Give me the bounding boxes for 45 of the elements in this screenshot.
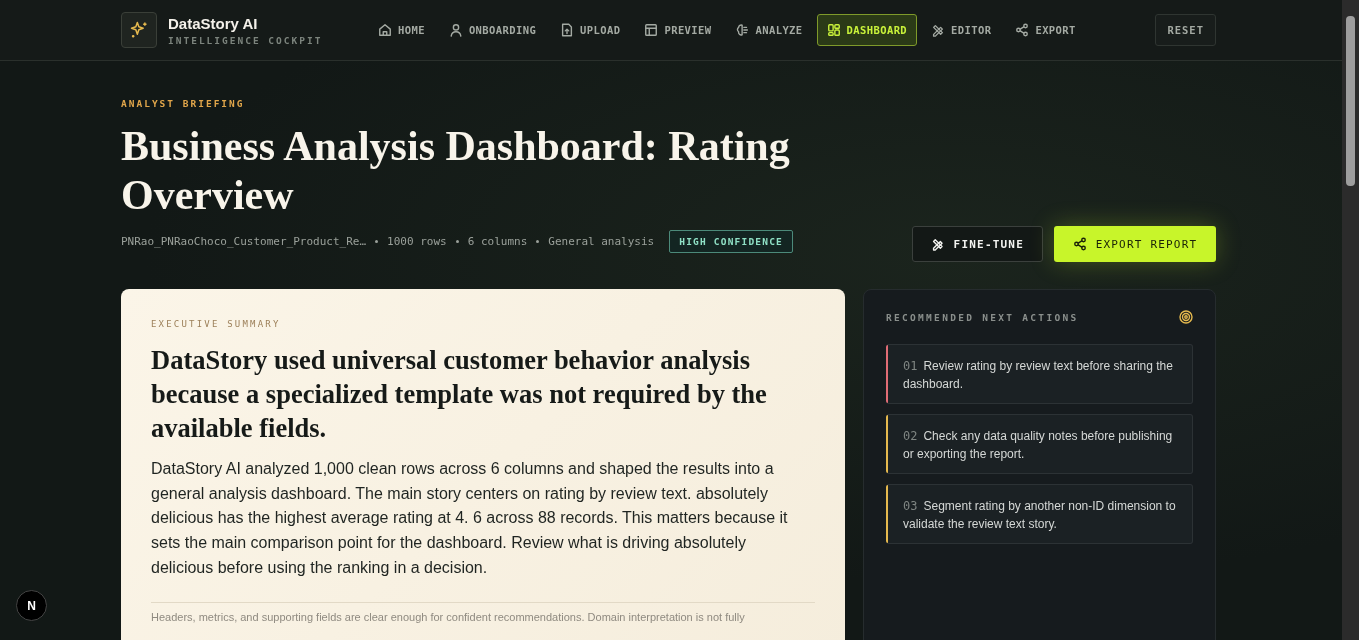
nav-tab[interactable]: UPLOAD bbox=[550, 14, 631, 46]
panel-title: RECOMMENDED NEXT ACTIONS bbox=[886, 311, 1079, 323]
separator-dot bbox=[536, 240, 540, 243]
section-eyebrow: ANALYST BRIEFING bbox=[121, 98, 246, 109]
table-icon bbox=[644, 23, 659, 37]
brand-tagline: INTELLIGENCE COCKPIT bbox=[168, 34, 323, 46]
page-title: Business Analysis Dashboard: Rating Overview bbox=[121, 122, 791, 220]
meta-text: 1000 rows bbox=[387, 235, 447, 248]
summary-note: Headers, metrics, and supporting fields are clear enough for confident recommendations. Domain interpretation is not fully bbox=[151, 610, 746, 623]
confidence-badge: HIGH CONFIDENCE bbox=[669, 230, 794, 253]
reset-button[interactable]: RESET bbox=[1155, 14, 1216, 46]
summary-paragraph: DataStory AI analyzed 1,000 clean rows across 6 columns and shaped the results into a general analysis dashboard. The main story centers on rating by review text. absolutely delicious has the highest average rating at 4. 6 across 88 records. This matters because it sets the main comparison point for the dashboard. Review what is driving absolutely delicious before using the ranking in a decision. bbox=[151, 459, 789, 578]
action-card[interactable]: 02 Check any data quality notes before publishing or exporting the report. bbox=[886, 414, 1193, 474]
brand-name: DataStory AI bbox=[168, 14, 259, 32]
separator-dot bbox=[455, 240, 459, 243]
nav-tab[interactable]: EDITOR bbox=[921, 14, 1002, 46]
sparkle-logo-icon bbox=[121, 12, 157, 48]
meta-text: 6 columns bbox=[467, 235, 528, 248]
nav-tab[interactable]: ANALYZE bbox=[725, 14, 813, 46]
dev-badge-button[interactable]: N bbox=[16, 590, 47, 621]
scrollbar[interactable] bbox=[1342, 0, 1359, 640]
pencil-ruler-icon bbox=[931, 237, 945, 251]
person-icon bbox=[448, 23, 463, 37]
nav-tab[interactable]: EXPORT bbox=[1005, 14, 1086, 46]
grid-icon bbox=[826, 23, 841, 37]
export-report-button[interactable]: EXPORT REPORT bbox=[1054, 226, 1216, 262]
nav-tab[interactable]: HOME bbox=[368, 14, 435, 46]
action-card[interactable]: 01 Review rating by review text before sharing the dashboard. bbox=[886, 344, 1193, 404]
file-upload-icon bbox=[560, 23, 575, 37]
share-icon bbox=[1072, 237, 1087, 251]
action-card[interactable]: 03 Segment rating by another non-ID dimension to validate the review text story. bbox=[886, 484, 1193, 544]
nav-tab[interactable]: ONBOARDING bbox=[438, 14, 547, 46]
separator-dot bbox=[375, 240, 379, 243]
target-icon bbox=[1179, 310, 1193, 324]
brain-icon bbox=[735, 23, 750, 37]
fine-tune-button[interactable]: FINE-TUNE bbox=[912, 226, 1043, 262]
summary-headline: DataStory used universal customer behavior analysis because a specialized template was not required by the available fields. bbox=[151, 344, 768, 445]
card-eyebrow: EXECUTIVE SUMMARY bbox=[151, 319, 282, 329]
share-icon bbox=[1015, 23, 1030, 37]
pencil-ruler-icon bbox=[931, 23, 946, 37]
meta-text: PNRao_PNRaoChoco_Customer_Product_Re… bbox=[121, 235, 367, 248]
home-icon bbox=[378, 23, 392, 37]
nav-tab[interactable]: PREVIEW bbox=[634, 14, 722, 46]
meta-text: General analysis bbox=[548, 235, 655, 248]
nav-tab[interactable]: DASHBOARD bbox=[816, 14, 918, 46]
